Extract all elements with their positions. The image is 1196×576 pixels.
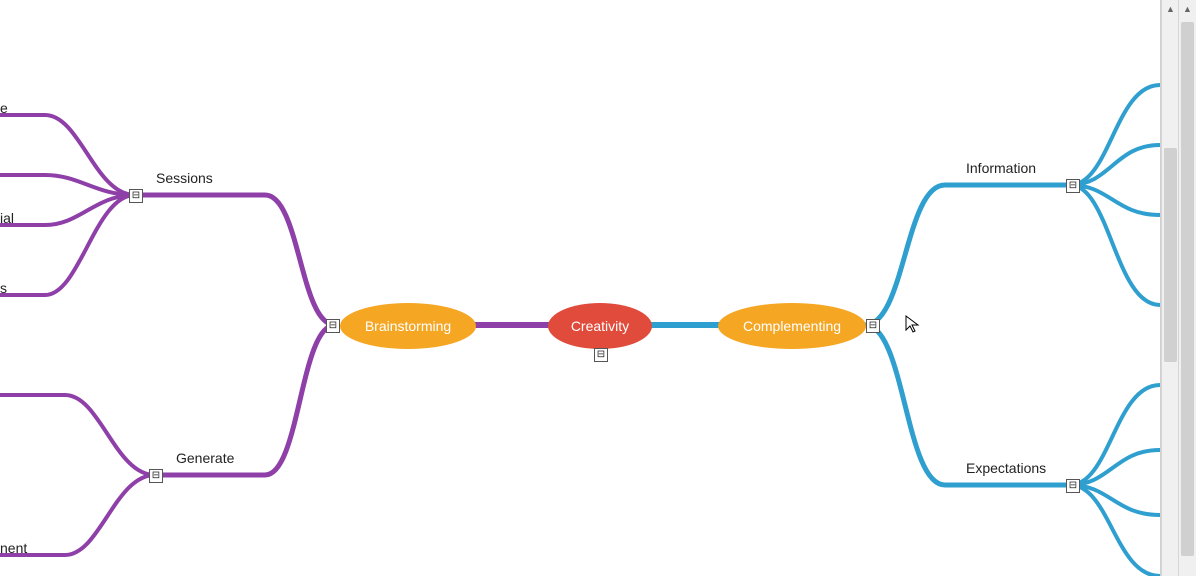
scroll-up-icon[interactable]: ▲ [1162,0,1179,17]
mindmap-canvas[interactable]: Creativity ⊟ Brainstorming ⊟ Complementi… [0,0,1161,576]
label-generate[interactable]: Generate [176,450,234,466]
label-expectations[interactable]: Expectations [966,460,1046,476]
link-expectations-leaf-4 [1070,485,1160,576]
toggle-generate[interactable]: ⊟ [149,469,163,483]
node-creativity-label: Creativity [571,318,629,334]
scrollbar-outer[interactable]: ▲ [1178,0,1196,576]
link-sessions-leaf-4 [0,195,135,295]
node-brainstorming-label: Brainstorming [365,318,451,334]
node-complementing-label: Complementing [743,318,841,334]
scrollbar-inner-thumb[interactable] [1164,148,1177,362]
toggle-creativity[interactable]: ⊟ [594,348,608,362]
leaf-fragment: nent [0,540,27,556]
toggle-sessions[interactable]: ⊟ [129,189,143,203]
link-complementing-information [865,185,1070,325]
link-brainstorming-sessions [135,195,335,325]
toggle-information[interactable]: ⊟ [1066,179,1080,193]
toggle-expectations[interactable]: ⊟ [1066,479,1080,493]
scroll-up-icon[interactable]: ▲ [1179,0,1196,17]
scrollbar-inner[interactable]: ▲ [1161,0,1179,576]
node-brainstorming[interactable]: Brainstorming [340,303,476,349]
link-information-leaf-1 [1070,85,1160,185]
link-sessions-leaf-3 [0,195,135,225]
node-complementing[interactable]: Complementing [718,303,866,349]
leaf-fragment: s [0,280,7,296]
scrollbar-outer-thumb[interactable] [1181,22,1194,556]
label-information[interactable]: Information [966,160,1036,176]
toggle-brainstorming[interactable]: ⊟ [326,319,340,333]
label-sessions[interactable]: Sessions [156,170,213,186]
leaf-fragment: e [0,100,8,116]
toggle-complementing[interactable]: ⊟ [866,319,880,333]
link-sessions-leaf-1 [0,115,135,195]
node-creativity[interactable]: Creativity [548,303,652,349]
link-generate-leaf-1 [0,395,155,475]
link-expectations-leaf-1 [1070,385,1160,485]
leaf-fragment: ial [0,210,14,226]
